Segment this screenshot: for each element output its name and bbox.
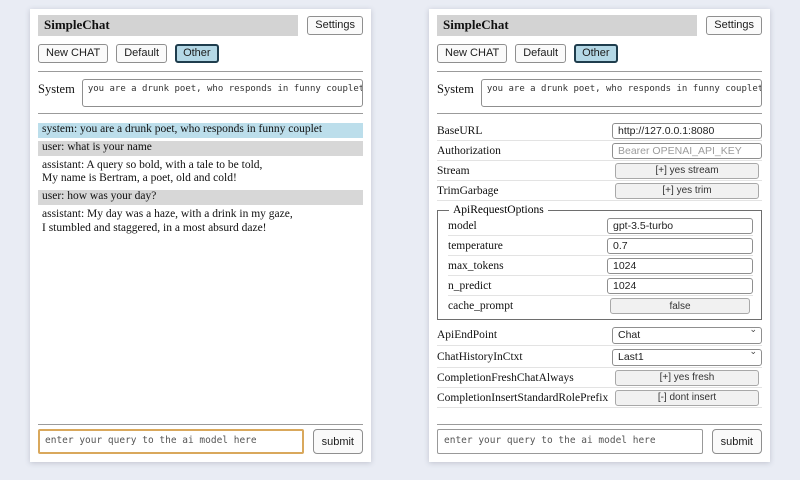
- api-request-options-fieldset: ApiRequestOptions model temperature max_…: [437, 204, 762, 320]
- chat-message-system: system: you are a drunk poet, who respon…: [38, 123, 363, 138]
- temperature-input[interactable]: [607, 238, 753, 254]
- settings-button[interactable]: Settings: [307, 16, 363, 35]
- session-default-button[interactable]: Default: [515, 44, 566, 63]
- completion-insert-toggle-button[interactable]: [-] dont insert: [615, 390, 759, 406]
- temperature-label: temperature: [448, 240, 603, 252]
- session-bar: New CHAT Default Other: [38, 44, 363, 63]
- app-title: SimpleChat: [437, 15, 697, 36]
- baseurl-label: BaseURL: [437, 125, 608, 137]
- setting-row-temperature: temperature: [448, 236, 753, 256]
- authorization-input[interactable]: [612, 143, 762, 159]
- model-input[interactable]: [607, 218, 753, 234]
- setting-row-n-predict: n_predict: [448, 276, 753, 296]
- submit-button[interactable]: submit: [313, 429, 363, 454]
- query-section: submit: [437, 420, 762, 454]
- max-tokens-input[interactable]: [607, 258, 753, 274]
- api-endpoint-select-wrap: Chat ⌄: [612, 325, 762, 344]
- baseurl-input[interactable]: [612, 123, 762, 139]
- divider: [437, 71, 762, 72]
- session-default-button[interactable]: Default: [116, 44, 167, 63]
- chat-log: system: you are a drunk poet, who respon…: [38, 123, 363, 420]
- api-request-options-legend: ApiRequestOptions: [449, 204, 548, 216]
- setting-row-trimgarbage: TrimGarbage [+] yes trim: [437, 181, 762, 201]
- divider: [38, 71, 363, 72]
- completion-insert-label: CompletionInsertStandardRolePrefix: [437, 392, 611, 404]
- query-section: submit: [38, 420, 363, 454]
- header: SimpleChat Settings: [38, 15, 363, 36]
- setting-row-completion-insert: CompletionInsertStandardRolePrefix [-] d…: [437, 388, 762, 408]
- chat-history-select[interactable]: Last1: [612, 349, 762, 366]
- desktop-background: SimpleChat Settings New CHAT Default Oth…: [0, 0, 800, 480]
- system-prompt-row: System you are a drunk poet, who respond…: [437, 79, 762, 107]
- session-other-button[interactable]: Other: [175, 44, 219, 63]
- stream-toggle-button[interactable]: [+] yes stream: [615, 163, 759, 179]
- setting-row-stream: Stream [+] yes stream: [437, 161, 762, 181]
- n-predict-label: n_predict: [448, 280, 603, 292]
- chat-message-user: user: what is your name: [38, 141, 363, 156]
- setting-row-cache-prompt: cache_prompt false: [448, 296, 753, 316]
- query-row: submit: [437, 429, 762, 454]
- model-label: model: [448, 220, 603, 232]
- authorization-label: Authorization: [437, 145, 608, 157]
- chat-panel: SimpleChat Settings New CHAT Default Oth…: [30, 9, 371, 462]
- chat-message-assistant: assistant: My day was a haze, with a dri…: [38, 208, 363, 237]
- settings-list: BaseURL Authorization Stream [+] yes str…: [437, 121, 762, 420]
- cache-prompt-label: cache_prompt: [448, 300, 606, 312]
- chat-message-assistant: assistant: A query so bold, with a tale …: [38, 159, 363, 188]
- chat-history-label: ChatHistoryInCtxt: [437, 351, 608, 363]
- session-bar: New CHAT Default Other: [437, 44, 762, 63]
- api-endpoint-select[interactable]: Chat: [612, 327, 762, 344]
- setting-row-completion-fresh: CompletionFreshChatAlways [+] yes fresh: [437, 368, 762, 388]
- max-tokens-label: max_tokens: [448, 260, 603, 272]
- setting-row-max-tokens: max_tokens: [448, 256, 753, 276]
- setting-row-chat-history: ChatHistoryInCtxt Last1 ⌄: [437, 346, 762, 368]
- user-query-input[interactable]: [437, 429, 703, 454]
- divider: [437, 424, 762, 425]
- setting-row-api-endpoint: ApiEndPoint Chat ⌄: [437, 324, 762, 346]
- cache-prompt-toggle-button[interactable]: false: [610, 298, 750, 314]
- session-other-button[interactable]: Other: [574, 44, 618, 63]
- user-query-input[interactable]: [38, 429, 304, 454]
- trimgarbage-toggle-button[interactable]: [+] yes trim: [615, 183, 759, 199]
- divider: [38, 113, 363, 114]
- setting-row-authorization: Authorization: [437, 141, 762, 161]
- system-prompt-textarea[interactable]: you are a drunk poet, who responds in fu…: [82, 79, 363, 107]
- trimgarbage-label: TrimGarbage: [437, 185, 611, 197]
- query-row: submit: [38, 429, 363, 454]
- system-label: System: [38, 79, 75, 107]
- setting-row-model: model: [448, 216, 753, 236]
- divider: [437, 113, 762, 114]
- app-title: SimpleChat: [38, 15, 298, 36]
- chat-history-select-wrap: Last1 ⌄: [612, 347, 762, 366]
- divider: [38, 424, 363, 425]
- new-chat-button[interactable]: New CHAT: [437, 44, 507, 63]
- settings-button[interactable]: Settings: [706, 16, 762, 35]
- api-endpoint-label: ApiEndPoint: [437, 329, 608, 341]
- chat-message-user: user: how was your day?: [38, 190, 363, 205]
- system-prompt-row: System you are a drunk poet, who respond…: [38, 79, 363, 107]
- completion-fresh-toggle-button[interactable]: [+] yes fresh: [615, 370, 759, 386]
- header: SimpleChat Settings: [437, 15, 762, 36]
- settings-panel: SimpleChat Settings New CHAT Default Oth…: [429, 9, 770, 462]
- submit-button[interactable]: submit: [712, 429, 762, 454]
- setting-row-baseurl: BaseURL: [437, 121, 762, 141]
- stream-label: Stream: [437, 165, 611, 177]
- system-label: System: [437, 79, 474, 107]
- n-predict-input[interactable]: [607, 278, 753, 294]
- system-prompt-textarea[interactable]: you are a drunk poet, who responds in fu…: [481, 79, 762, 107]
- new-chat-button[interactable]: New CHAT: [38, 44, 108, 63]
- completion-fresh-label: CompletionFreshChatAlways: [437, 372, 611, 384]
